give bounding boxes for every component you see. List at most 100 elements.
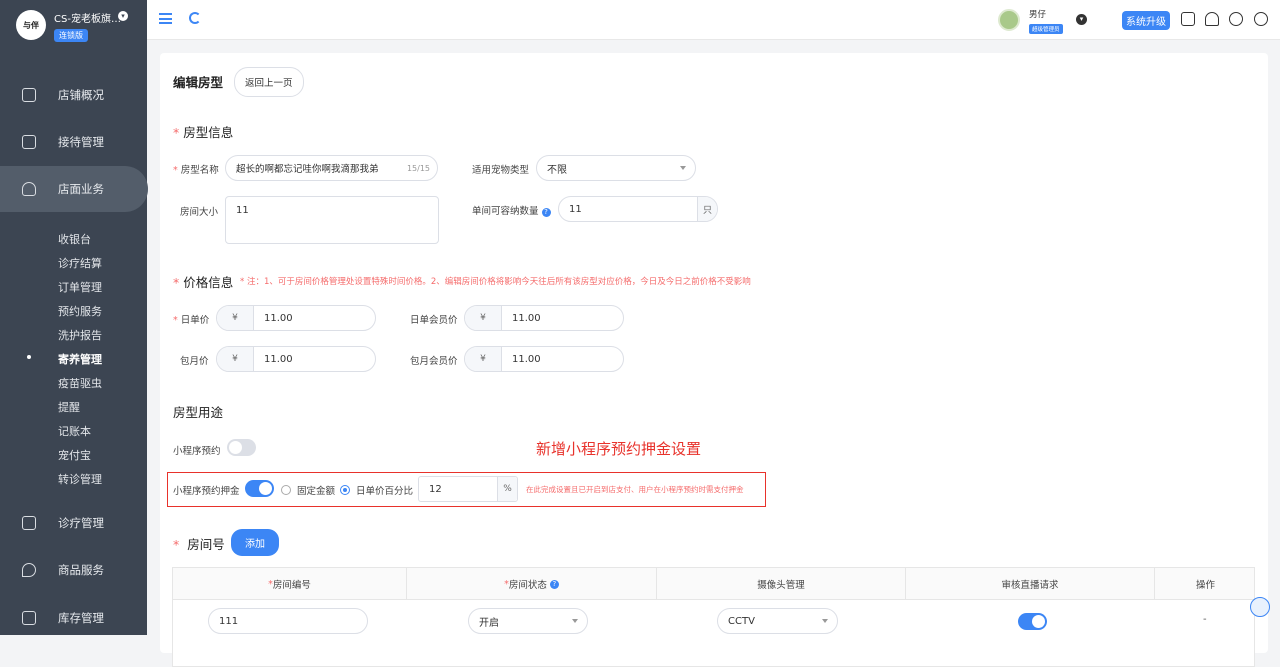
headset-icon[interactable] <box>1229 12 1243 26</box>
add-room-button[interactable]: 添加 <box>231 529 279 556</box>
table-row: 111 开启 CCTV - <box>173 600 1254 640</box>
header-camera: 摄像头管理 <box>657 568 906 600</box>
capacity-unit: 只 <box>697 197 717 221</box>
header-room-status: * 房间状态? <box>407 568 657 600</box>
live-review-toggle[interactable] <box>1018 613 1047 630</box>
avatar[interactable] <box>998 9 1020 31</box>
miniprogram-booking-toggle[interactable] <box>227 439 256 456</box>
annotation-text: 新增小程序预约押金设置 <box>536 440 702 458</box>
nav-item-diagnosis[interactable]: 诊疗管理 <box>0 500 147 546</box>
help-icon[interactable]: ? <box>541 208 551 217</box>
room-size-textarea[interactable]: 11 <box>225 196 439 244</box>
brand-logo: 与伴 <box>16 10 46 40</box>
nav-item-store-overview[interactable]: 店铺概况 <box>0 72 147 118</box>
menu-icon[interactable] <box>159 13 172 24</box>
subnav-grooming-report[interactable]: 洗护报告 <box>58 327 102 343</box>
deposit-toggle[interactable] <box>245 480 274 497</box>
chevron-down-icon[interactable]: ▾ <box>1076 14 1087 25</box>
nav-item-products[interactable]: 商品服务 <box>0 547 147 593</box>
chevron-down-icon <box>680 166 686 170</box>
subnav-petpay[interactable]: 宠付宝 <box>58 447 91 463</box>
bell-icon[interactable] <box>1205 12 1219 26</box>
fixed-amount-radio[interactable] <box>281 485 291 495</box>
currency-prefix: ¥ <box>217 347 254 371</box>
rooms-table: * 房间编号 * 房间状态? 摄像头管理 审核直播请求 操作 111 开启 CCTV… <box>172 567 1255 667</box>
monthly-member-price-input[interactable]: ¥11.00 <box>464 346 624 372</box>
subnav-cashier[interactable]: 收银台 <box>58 231 91 247</box>
clipboard-icon <box>22 135 36 149</box>
subnav-appointments[interactable]: 预约服务 <box>58 303 102 319</box>
user-role-badge: 超级管理员 <box>1029 24 1063 34</box>
subnav-vaccine[interactable]: 疫苗驱虫 <box>58 375 102 391</box>
pet-type-select[interactable]: 不限 <box>536 155 696 181</box>
row-action[interactable]: - <box>1203 614 1207 625</box>
user-name: 男仔 <box>1029 10 1047 20</box>
room-name-label: * 房型名称 <box>173 165 219 176</box>
active-dot <box>27 355 31 359</box>
section-room-usage: 房型用途 <box>173 405 224 420</box>
room-name-input[interactable]: 超长的啊都忘记哇你啊我滴那我弟 15/15 <box>225 155 438 181</box>
nav-label: 库存管理 <box>58 611 104 625</box>
fixed-amount-label: 固定金额 <box>297 486 336 497</box>
room-status-select[interactable]: 开启 <box>468 608 588 634</box>
page-title: 编辑房型 <box>173 75 224 90</box>
nav-label: 店面业务 <box>58 182 104 196</box>
capacity-label: 单间可容纳数量? <box>472 203 551 217</box>
monitor-icon <box>22 88 36 102</box>
header-room-number: * 房间编号 <box>173 568 407 600</box>
nav-item-reception[interactable]: 接待管理 <box>0 119 147 165</box>
nav-label: 商品服务 <box>58 563 104 577</box>
back-button[interactable]: 返回上一页 <box>234 67 304 97</box>
nav-item-inventory[interactable]: 库存管理 <box>0 595 147 641</box>
percent-radio[interactable] <box>340 485 350 495</box>
nav-label: 诊疗管理 <box>58 516 104 530</box>
edition-badge: 连锁版 <box>54 29 88 42</box>
subnav-referral[interactable]: 转诊管理 <box>58 471 102 487</box>
location-icon <box>22 563 36 577</box>
box-icon <box>22 611 36 625</box>
calendar-icon[interactable] <box>1181 12 1195 26</box>
chevron-down-icon[interactable]: ▾ <box>118 11 128 21</box>
header-live-review: 审核直播请求 <box>906 568 1155 600</box>
miniprogram-booking-label: 小程序预约 <box>173 446 221 457</box>
refresh-icon[interactable] <box>189 12 201 24</box>
capacity-input[interactable]: 11 只 <box>558 196 718 222</box>
room-number-input[interactable]: 111 <box>208 608 368 634</box>
nav-item-store-business[interactable]: 店面业务 <box>0 166 148 212</box>
monthly-price-input[interactable]: ¥11.00 <box>216 346 376 372</box>
daily-price-input[interactable]: ¥11.00 <box>216 305 376 331</box>
currency-prefix: ¥ <box>465 306 502 330</box>
chat-assistant-icon[interactable] <box>1250 597 1270 617</box>
percent-unit: % <box>497 477 517 501</box>
monthly-price-label: 包月价 <box>180 356 209 367</box>
monthly-member-price-label: 包月会员价 <box>410 356 458 367</box>
nav-label: 店铺概况 <box>58 88 104 102</box>
daily-member-price-input[interactable]: ¥11.00 <box>464 305 624 331</box>
currency-prefix: ¥ <box>217 306 254 330</box>
clock-icon[interactable] <box>1254 12 1268 26</box>
upgrade-button[interactable]: 系统升级 <box>1122 11 1170 30</box>
brand-name: CS-宠老板旗… <box>54 14 121 25</box>
camera-select[interactable]: CCTV <box>717 608 838 634</box>
header-actions: 操作 <box>1195 580 1215 591</box>
home-icon <box>22 182 36 196</box>
chevron-down-icon <box>822 619 828 623</box>
section-room-number: * 房间号 <box>173 537 225 552</box>
sidebar: 与伴 CS-宠老板旗… ▾ 连锁版 店铺概况 接待管理 店面业务 收银台 诊疗结… <box>0 0 148 635</box>
chevron-down-icon <box>572 619 578 623</box>
subnav-diagnosis-settlement[interactable]: 诊疗结算 <box>58 255 102 271</box>
deposit-label: 小程序预约押金 <box>173 486 240 497</box>
percent-label: 日单价百分比 <box>356 486 414 497</box>
help-icon[interactable]: ? <box>549 579 559 589</box>
subnav-ledger[interactable]: 记账本 <box>58 423 91 439</box>
currency-prefix: ¥ <box>465 347 502 371</box>
subnav-reminders[interactable]: 提醒 <box>58 399 80 415</box>
subnav-boarding[interactable]: 寄养管理 <box>58 351 102 367</box>
subnav-orders[interactable]: 订单管理 <box>58 279 102 295</box>
medical-kit-icon <box>22 516 36 530</box>
daily-member-price-label: 日单会员价 <box>410 315 458 326</box>
char-count: 15/15 <box>406 163 430 173</box>
brand-header[interactable]: 与伴 CS-宠老板旗… ▾ 连锁版 <box>0 0 147 52</box>
percent-input[interactable]: 12 % <box>418 476 518 502</box>
daily-price-label: * 日单价 <box>173 315 210 326</box>
